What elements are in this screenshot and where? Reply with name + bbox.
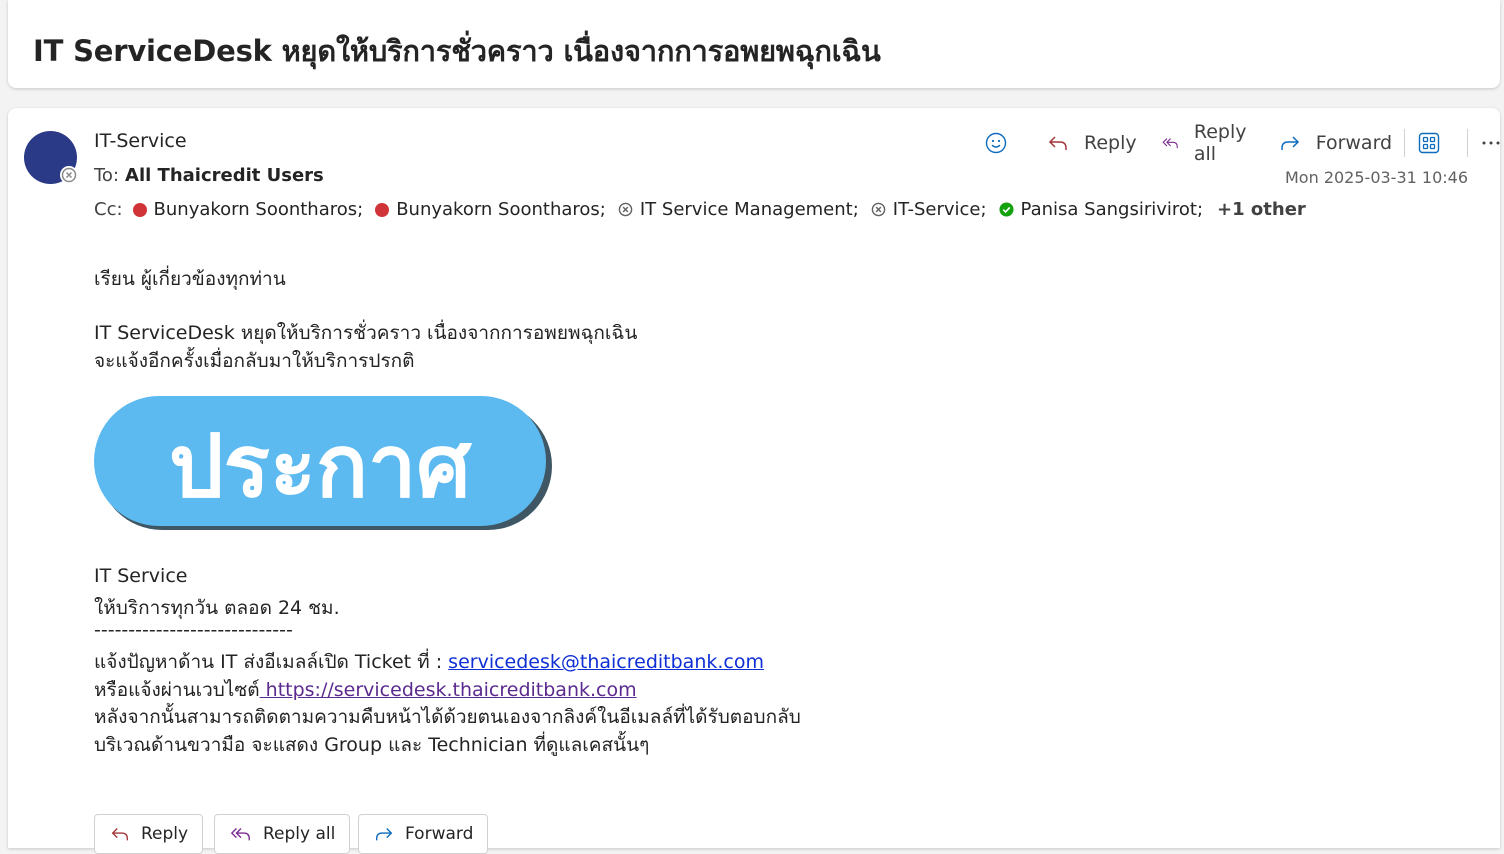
reply-label: Reply: [1084, 132, 1137, 154]
signature-web-prefix: หรือแจ้งผ่านเวบไซต์: [94, 679, 260, 701]
presence-available-icon: [999, 202, 1014, 217]
email-message: IT-Service To: All Thaicredit Users Cc: B…: [8, 108, 1500, 854]
forward-icon: [375, 828, 393, 841]
to-line: To: All Thaicredit Users: [94, 165, 324, 186]
reply-button[interactable]: Reply: [1046, 131, 1137, 155]
presence-unknown-icon: [618, 202, 633, 217]
presence-unknown-icon: [60, 166, 78, 184]
toolbar-divider: [1466, 129, 1468, 157]
bottom-forward-label: Forward: [405, 824, 474, 844]
reply-all-icon: [1162, 138, 1178, 149]
cc-more-button[interactable]: +1 other: [1217, 199, 1306, 220]
bottom-reply-all-button[interactable]: Reply all: [214, 814, 351, 854]
bottom-forward-button[interactable]: Forward: [358, 814, 489, 854]
body-line: จะแจ้งอีกครั้งเมื่อกลับมาให้บริการปรกติ: [94, 350, 415, 372]
email-link[interactable]: servicedesk@thaicreditbank.com: [448, 651, 764, 673]
react-button[interactable]: [984, 131, 1022, 155]
reply-all-icon: [230, 828, 250, 841]
cc-line: Cc: Bunyakorn Soontharos; Bunyakorn Soon…: [94, 199, 1306, 220]
signature-follow-line: หลังจากนั้นสามารถติดตามความคืบหน้าได้ด้ว…: [94, 706, 801, 728]
forward-label: Forward: [1315, 132, 1393, 154]
signature-name: IT Service: [94, 565, 188, 587]
bottom-reply-button[interactable]: Reply: [94, 814, 204, 854]
signature-web-line: หรือแจ้งผ่านเวบไซต์ https://servicedesk.…: [94, 675, 637, 705]
signature-divider: -----------------------------: [94, 619, 293, 641]
cc-recipient-name: Bunyakorn Soontharos;: [396, 199, 606, 220]
reply-icon: [111, 828, 129, 841]
apps-button[interactable]: [1417, 131, 1455, 155]
reply-all-label: Reply all: [1193, 121, 1247, 165]
website-link[interactable]: https://servicedesk.thaicreditbank.com: [260, 679, 637, 701]
announcement-banner: ประกาศ: [94, 396, 552, 530]
toolbar-divider: [1404, 129, 1405, 157]
to-recipient[interactable]: All Thaicredit Users: [125, 165, 324, 186]
cc-recipient-name: IT-Service;: [892, 199, 987, 220]
presence-busy-icon: [132, 202, 147, 217]
cc-recipient-name: IT Service Management;: [639, 199, 859, 220]
body-line: IT ServiceDesk หยุดให้บริการชั่วคราว เนื…: [94, 322, 638, 344]
cc-recipient[interactable]: Panisa Sangsirivirot;: [999, 199, 1203, 220]
cc-recipient-name: Bunyakorn Soontharos;: [153, 199, 364, 220]
cc-recipient-name: Panisa Sangsirivirot;: [1020, 199, 1204, 220]
forward-button[interactable]: Forward: [1278, 131, 1392, 155]
to-label: To:: [94, 165, 120, 186]
greeting: เรียน ผู้เกี่ยวข้องทุกท่าน: [94, 268, 286, 290]
more-actions-button[interactable]: [1480, 131, 1504, 155]
apps-grid-icon: [1418, 132, 1440, 154]
cc-recipient[interactable]: Bunyakorn Soontharos;: [375, 199, 606, 220]
signature-email-line: แจ้งปัญหาด้าน IT ส่งอีเมลล์เปิด Ticket ท…: [94, 647, 764, 677]
bottom-reply-label: Reply: [141, 824, 189, 844]
forward-icon: [1280, 136, 1299, 150]
presence-busy-icon: [375, 202, 390, 217]
email-subject: IT ServiceDesk หยุดให้บริการชั่วคราว เนื…: [33, 34, 881, 68]
banner-text: ประกาศ: [169, 417, 472, 517]
subject-header: IT ServiceDesk หยุดให้บริการชั่วคราว เนื…: [8, 0, 1500, 88]
more-icon: [1482, 141, 1500, 145]
bottom-reply-all-label: Reply all: [263, 824, 336, 844]
reply-icon: [1048, 136, 1067, 150]
emoji-icon: [985, 132, 1007, 154]
cc-recipient[interactable]: IT-Service;: [871, 199, 987, 220]
cc-label: Cc:: [94, 199, 123, 220]
signature-right-line: บริเวณด้านขวามือ จะแสดง Group และ Techni…: [94, 734, 650, 756]
cc-recipient[interactable]: IT Service Management;: [618, 199, 859, 220]
sender-name[interactable]: IT-Service: [94, 130, 187, 152]
message-actions: Reply Reply all Forward: [984, 121, 1504, 165]
cc-recipient[interactable]: Bunyakorn Soontharos;: [132, 199, 364, 220]
message-timestamp: Mon 2025-03-31 10:46: [1285, 168, 1468, 187]
reply-all-button[interactable]: Reply all: [1161, 121, 1254, 165]
presence-unknown-icon: [871, 202, 886, 217]
signature-email-prefix: แจ้งปัญหาด้าน IT ส่งอีเมลล์เปิด Ticket ท…: [94, 651, 449, 673]
